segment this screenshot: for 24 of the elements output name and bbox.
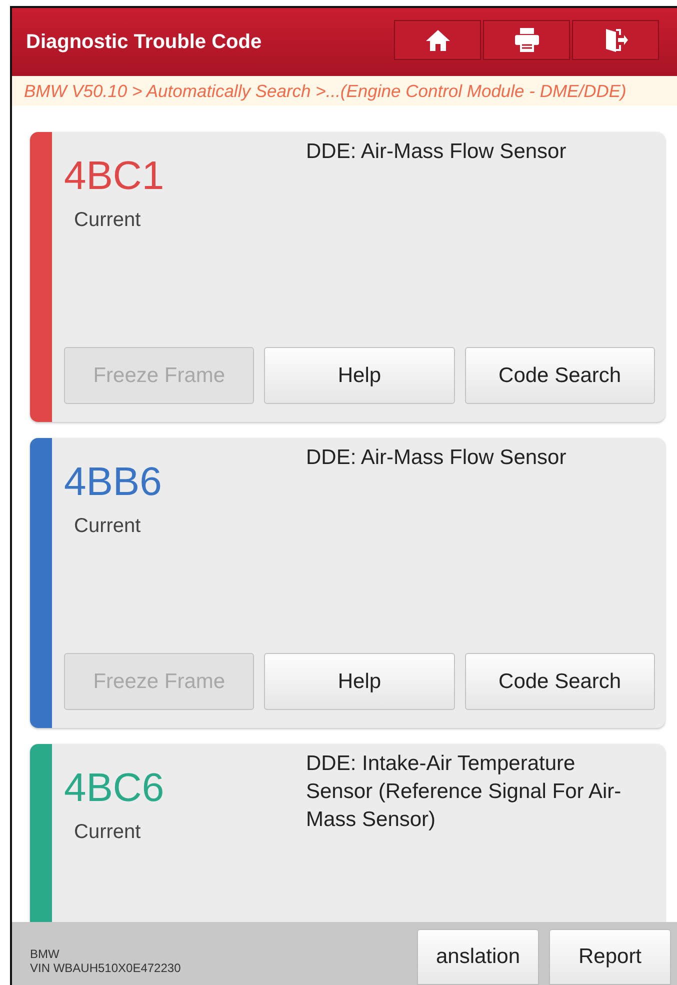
code-status: Current bbox=[74, 821, 142, 844]
printer-icon bbox=[514, 27, 540, 53]
breadcrumb: BMW V50.10 > Automatically Search >...(Engine Control Module - DME/DDE) bbox=[24, 80, 626, 102]
code-description: DDE: Intake-Air Temperature Sensor (Reference Signal For Air-Mass Sensor) bbox=[306, 751, 622, 833]
home-button[interactable] bbox=[394, 20, 481, 60]
card-button[interactable]: Help bbox=[264, 653, 455, 710]
print-button[interactable] bbox=[483, 20, 570, 60]
trouble-code: 4BC1 bbox=[64, 154, 166, 199]
screen-title: Diagnostic Trouble Code bbox=[26, 30, 262, 54]
card-button[interactable]: Code Search bbox=[464, 347, 655, 404]
home-icon bbox=[424, 28, 450, 52]
trouble-code: 4BB6 bbox=[64, 460, 163, 505]
card-button[interactable]: Code Search bbox=[464, 653, 655, 710]
vin-number: VIN WBAUH510X0E472230 bbox=[30, 961, 181, 975]
trouble-code: 4BC6 bbox=[64, 766, 166, 811]
code-status: Current bbox=[74, 209, 142, 232]
footer-button[interactable]: Report bbox=[549, 929, 671, 985]
code-description: DDE: Air-Mass Flow Sensor bbox=[306, 139, 566, 165]
vehicle-make: BMW bbox=[30, 947, 60, 961]
code-status: Current bbox=[74, 515, 142, 538]
code-description: DDE: Air-Mass Flow Sensor bbox=[306, 445, 566, 471]
exit-button[interactable] bbox=[572, 20, 659, 60]
footer-button[interactable]: anslation bbox=[417, 929, 539, 985]
card-button[interactable]: Help bbox=[264, 347, 455, 404]
